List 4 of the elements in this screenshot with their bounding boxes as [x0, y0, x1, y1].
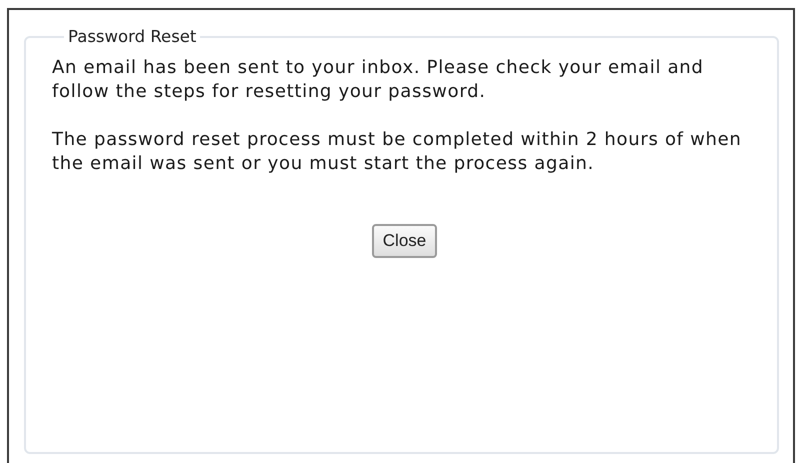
panel-title: Password Reset [67, 27, 198, 46]
message-text: The password reset process must be completed within 2 hours of when the email was sent or you must start the process again. [52, 128, 743, 176]
close-button[interactable]: Close [372, 224, 438, 258]
message-text: An email has been sent to your inbox. Please check your email and follow the steps for resetting your password. [52, 56, 705, 104]
